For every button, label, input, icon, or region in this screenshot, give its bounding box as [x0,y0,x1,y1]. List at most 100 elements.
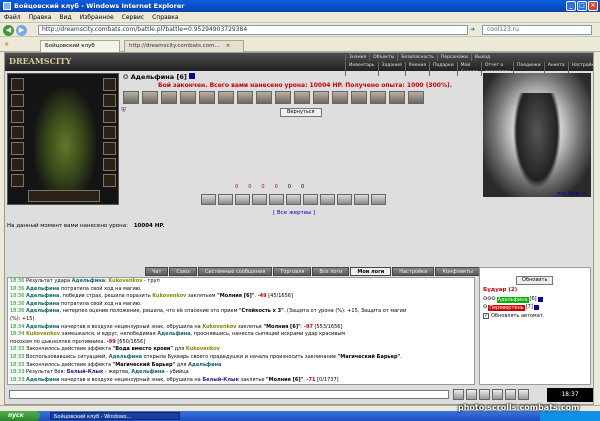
equip-slot[interactable] [103,158,116,171]
chat-tab[interactable]: Настройки [392,267,435,276]
close-button[interactable]: × [588,1,598,11]
tab-combats[interactable]: Бойцовский клуб [40,40,120,52]
action-icon[interactable] [354,194,369,205]
nav-link[interactable]: Умения [404,62,429,76]
action-icon[interactable] [201,194,216,205]
equip-slot[interactable] [103,126,116,139]
equip-slot[interactable] [11,110,24,123]
chat-nm-a[interactable]: Адельфина [26,301,59,307]
start-button[interactable]: пуск [0,411,40,421]
chat-input[interactable] [9,390,449,399]
menu-favorites[interactable]: Избранное [80,12,114,22]
chat-timestamp[interactable]: 18:34 [10,324,24,330]
equip-slot[interactable] [103,174,116,187]
menu-edit[interactable]: Правка [29,12,52,22]
nav-link[interactable]: Персонажи [436,54,471,61]
send-button[interactable] [453,389,464,400]
menu-view[interactable]: Вид [59,12,71,22]
menu-file[interactable]: Файл [4,12,21,22]
equip-slot[interactable] [11,126,24,139]
action-icon[interactable] [303,194,318,205]
translit-button[interactable] [492,389,503,400]
action-icon[interactable] [337,194,352,205]
filter-button[interactable] [505,389,516,400]
refresh-button[interactable]: Обновить [516,276,554,285]
taskbar-item[interactable]: Бойцовский клуб - Windows... [50,412,180,420]
chat-tab[interactable]: Конфликты [435,267,480,276]
equip-slot[interactable] [11,158,24,171]
chat-nm-b[interactable]: Белый-Клык [67,369,104,375]
chat-nm-a[interactable]: Адельфина [72,278,105,284]
player-name[interactable]: Перевертень [488,304,525,311]
chat-timestamp[interactable]: 18:33 [10,354,24,360]
chat-timestamp[interactable]: 18:36 [10,308,24,314]
chat-nm-a[interactable]: Адельфина [26,286,59,292]
nav-link[interactable]: Выход [470,54,493,61]
auto-update-checkbox[interactable]: ✓ [483,313,489,319]
menu-tools[interactable]: Сервис [122,12,144,22]
search-input[interactable]: cool123.ru [482,25,592,35]
chat-tab[interactable]: Все логи [312,267,350,276]
battle-log-link[interactable]: лог боя »» [557,191,587,197]
info-icon[interactable] [537,297,543,302]
menu-help[interactable]: Справка [152,12,178,22]
info-icon[interactable] [189,73,196,79]
smiles-button[interactable] [479,389,490,400]
close-tab-icon[interactable]: × [226,43,231,49]
chat-nm-a[interactable]: Адельфина [188,362,221,368]
nav-link[interactable]: Безопасность [397,54,437,61]
action-icon[interactable] [320,194,335,205]
chat-nm-a[interactable]: Адельфина [26,324,59,330]
equip-slot[interactable] [11,174,24,187]
nav-link[interactable]: Подарки [429,62,457,76]
nav-link[interactable]: Знания [345,54,369,61]
clear-button[interactable] [466,389,477,400]
chat-nm-a[interactable]: Адельфина [26,293,59,299]
chat-timestamp[interactable]: 18:36 [10,278,24,284]
chat-timestamp[interactable]: 18:36 [10,293,24,299]
tab-dreamscity[interactable]: http://dreamscity.combats.com... × [124,40,244,52]
chat-nm-a[interactable]: Адельфина [157,331,190,337]
equip-slot[interactable] [11,78,24,91]
settings-button[interactable] [518,389,529,400]
chat-nm-a[interactable]: Адельфина [109,354,142,360]
chat-timestamp[interactable]: 18:33 [10,362,24,368]
action-icon[interactable] [269,194,284,205]
chat-nm-k[interactable]: Kukovenkov [108,278,142,284]
player-name[interactable]: Адельфина [496,296,529,303]
nav-link[interactable]: Задания [377,62,405,76]
equip-slot[interactable] [11,142,24,155]
chat-nm-k[interactable]: Kukovenkov [186,346,220,352]
player-row[interactable]: ✪ Перевертень [7] [483,304,539,311]
equip-slot[interactable] [103,142,116,155]
action-icon[interactable] [371,194,386,205]
player-row[interactable]: ✪✪✪ Адельфина [6] [483,296,543,303]
chat-timestamp[interactable]: 18:33 [10,377,24,383]
chat-nm-k[interactable]: Kukovenkov [152,293,186,299]
action-icon[interactable] [235,194,250,205]
chat-tab[interactable]: Системные сообщения [197,267,273,276]
maximize-button[interactable]: □ [577,1,587,11]
chat-nm-a[interactable]: Адельфина [131,369,164,375]
nav-link[interactable]: Инвентарь [345,62,378,76]
back-button[interactable]: ◀ [3,25,14,36]
chat-tab[interactable]: Торговля [273,267,312,276]
return-button[interactable]: Вернуться [280,108,322,117]
action-icon[interactable] [252,194,267,205]
chat-tab[interactable]: Мои логи [350,267,392,276]
favorites-star-icon[interactable]: ★ [4,41,9,48]
action-icon[interactable] [218,194,233,205]
go-icon[interactable]: ➜ [470,26,475,33]
chat-tab[interactable]: Чат [145,267,169,276]
nav-link[interactable]: Объекты [369,54,397,61]
chat-tab[interactable]: Союз [169,267,197,276]
equip-slot[interactable] [103,94,116,107]
chat-timestamp[interactable]: 18:34 [10,331,24,337]
address-input[interactable]: http://dreamscity.combats.com/battle.pl?… [38,25,468,35]
chat-timestamp[interactable]: 18:36 [10,301,24,307]
all-victims-link[interactable]: [ Все жертвы ] [273,210,315,216]
chat-nm-a[interactable]: Адельфина [26,308,59,314]
forward-button[interactable]: ▶ [16,25,27,36]
chat-timestamp[interactable]: 18:33 [10,346,24,352]
minimize-button[interactable]: _ [566,1,576,11]
